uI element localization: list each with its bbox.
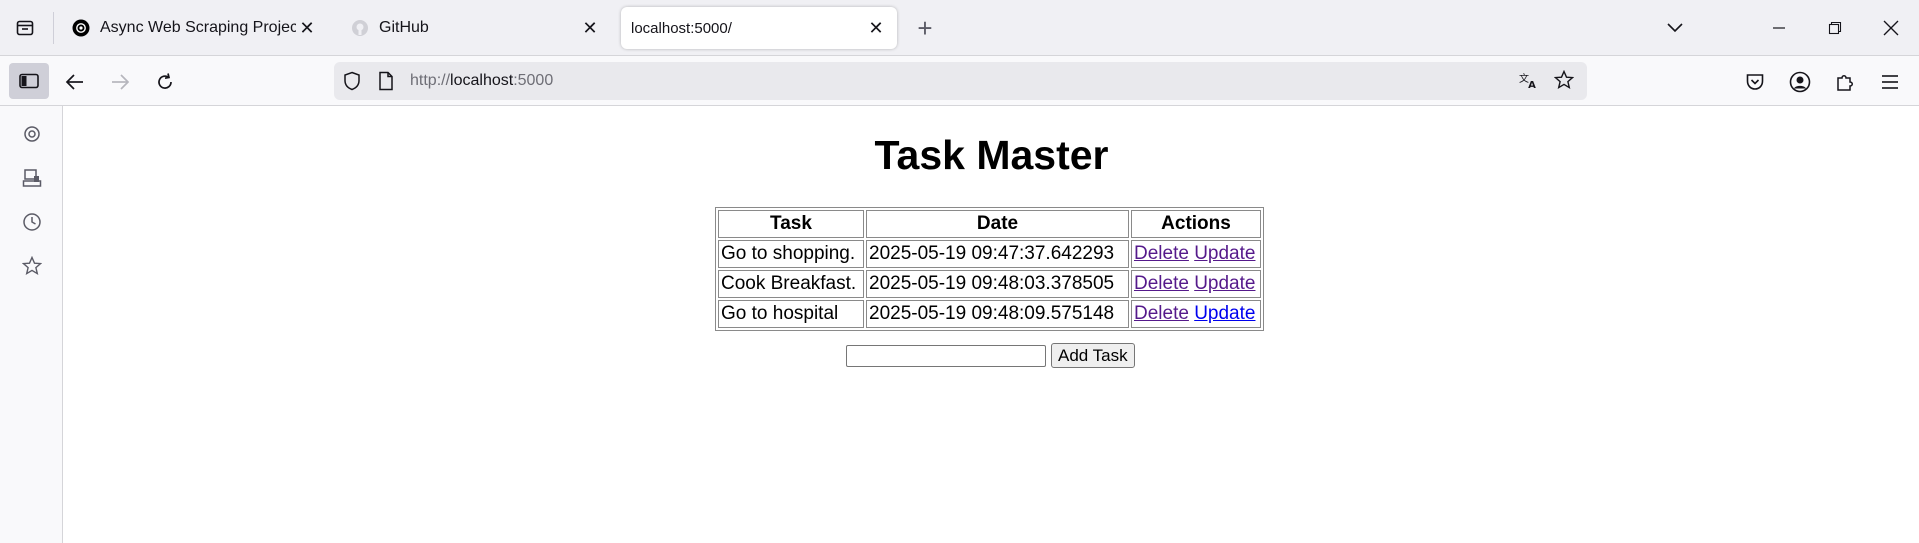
- translate-icon[interactable]: 文A: [1519, 70, 1539, 90]
- extensions-puzzle-icon[interactable]: [1829, 66, 1861, 98]
- synced-tabs-icon[interactable]: [20, 166, 44, 190]
- update-link[interactable]: Update: [1194, 303, 1255, 324]
- table-row: Cook Breakfast. 2025-05-19 09:48:03.3785…: [718, 270, 1261, 298]
- tracking-protection-shield-icon[interactable]: [342, 71, 362, 91]
- task-cell: Cook Breakfast.: [718, 270, 864, 298]
- actions-cell: Delete Update: [1131, 240, 1261, 268]
- bookmarks-star-icon[interactable]: [20, 254, 44, 278]
- column-header-task: Task: [718, 210, 864, 238]
- url-scheme: http://: [410, 72, 451, 89]
- column-header-date: Date: [866, 210, 1129, 238]
- reload-icon[interactable]: [149, 66, 181, 98]
- date-cell: 2025-05-19 09:48:09.575148: [866, 300, 1129, 328]
- update-link[interactable]: Update: [1194, 273, 1255, 294]
- svg-text:A: A: [1528, 80, 1536, 90]
- sidebar: [0, 106, 63, 543]
- history-clock-icon[interactable]: [20, 210, 44, 234]
- task-cell: Go to shopping.: [718, 240, 864, 268]
- restore-icon[interactable]: [1820, 14, 1850, 42]
- new-tab-plus-icon[interactable]: +: [912, 13, 938, 43]
- pocket-icon[interactable]: [1739, 66, 1771, 98]
- sidebar-toggle-icon[interactable]: [9, 63, 49, 99]
- forward-arrow-icon[interactable]: [104, 66, 136, 98]
- close-tab-icon[interactable]: ✕: [296, 17, 318, 39]
- delete-link[interactable]: Delete: [1134, 243, 1189, 264]
- firefox-view-icon[interactable]: [10, 16, 40, 40]
- close-tab-icon[interactable]: ✕: [865, 17, 887, 39]
- github-icon: [351, 19, 369, 37]
- delete-link[interactable]: Delete: [1134, 273, 1189, 294]
- menu-hamburger-icon[interactable]: [1874, 66, 1906, 98]
- table-row: Go to hospital 2025-05-19 09:48:09.57514…: [718, 300, 1261, 328]
- url-host: localhost: [450, 72, 514, 89]
- add-task-button[interactable]: Add Task: [1051, 343, 1135, 368]
- navigation-toolbar: http://localhost:5000 文A: [0, 56, 1919, 106]
- task-cell: Go to hospital: [718, 300, 864, 328]
- close-tab-icon[interactable]: ✕: [579, 17, 601, 39]
- close-window-icon[interactable]: [1876, 14, 1906, 42]
- bookmark-star-icon[interactable]: [1554, 70, 1574, 90]
- tab-separator: [53, 12, 54, 44]
- tab-title: GitHub: [379, 19, 429, 36]
- url-port: :5000: [513, 72, 554, 89]
- tab-async-web-scraping[interactable]: Async Web Scraping Project ✕: [58, 7, 328, 49]
- tab-title: Async Web Scraping Project: [100, 19, 296, 36]
- date-cell: 2025-05-19 09:47:37.642293: [866, 240, 1129, 268]
- address-bar[interactable]: http://localhost:5000 文A: [334, 62, 1587, 100]
- column-header-actions: Actions: [1131, 210, 1261, 238]
- add-task-form: Add Task: [846, 343, 1135, 368]
- page-content: Task Master Task Date Actions Go to shop…: [64, 106, 1919, 543]
- account-icon[interactable]: [1784, 66, 1816, 98]
- tab-github[interactable]: GitHub ✕: [337, 7, 611, 49]
- task-content-input[interactable]: [846, 344, 1046, 367]
- url-text[interactable]: http://localhost:5000: [410, 72, 553, 90]
- actions-cell: Delete Update: [1131, 270, 1261, 298]
- tab-strip: Async Web Scraping Project ✕ GitHub ✕ lo…: [0, 0, 1919, 56]
- openai-icon: [72, 19, 90, 37]
- chatbot-icon[interactable]: [20, 122, 44, 146]
- actions-cell: Delete Update: [1131, 300, 1261, 328]
- date-cell: 2025-05-19 09:48:03.378505: [866, 270, 1129, 298]
- tasks-table: Task Date Actions Go to shopping. 2025-0…: [715, 207, 1264, 331]
- minimize-icon[interactable]: [1764, 14, 1794, 42]
- table-row: Go to shopping. 2025-05-19 09:47:37.6422…: [718, 240, 1261, 268]
- table-header-row: Task Date Actions: [718, 210, 1261, 238]
- back-arrow-icon[interactable]: [59, 66, 91, 98]
- page-title: Task Master: [874, 132, 1109, 178]
- update-link[interactable]: Update: [1194, 243, 1255, 264]
- delete-link[interactable]: Delete: [1134, 303, 1189, 324]
- tab-title: localhost:5000/: [631, 19, 732, 37]
- tab-localhost[interactable]: localhost:5000/ ✕: [621, 7, 897, 49]
- page-info-icon[interactable]: [376, 71, 396, 91]
- list-all-tabs-chevron-icon[interactable]: [1660, 14, 1690, 42]
